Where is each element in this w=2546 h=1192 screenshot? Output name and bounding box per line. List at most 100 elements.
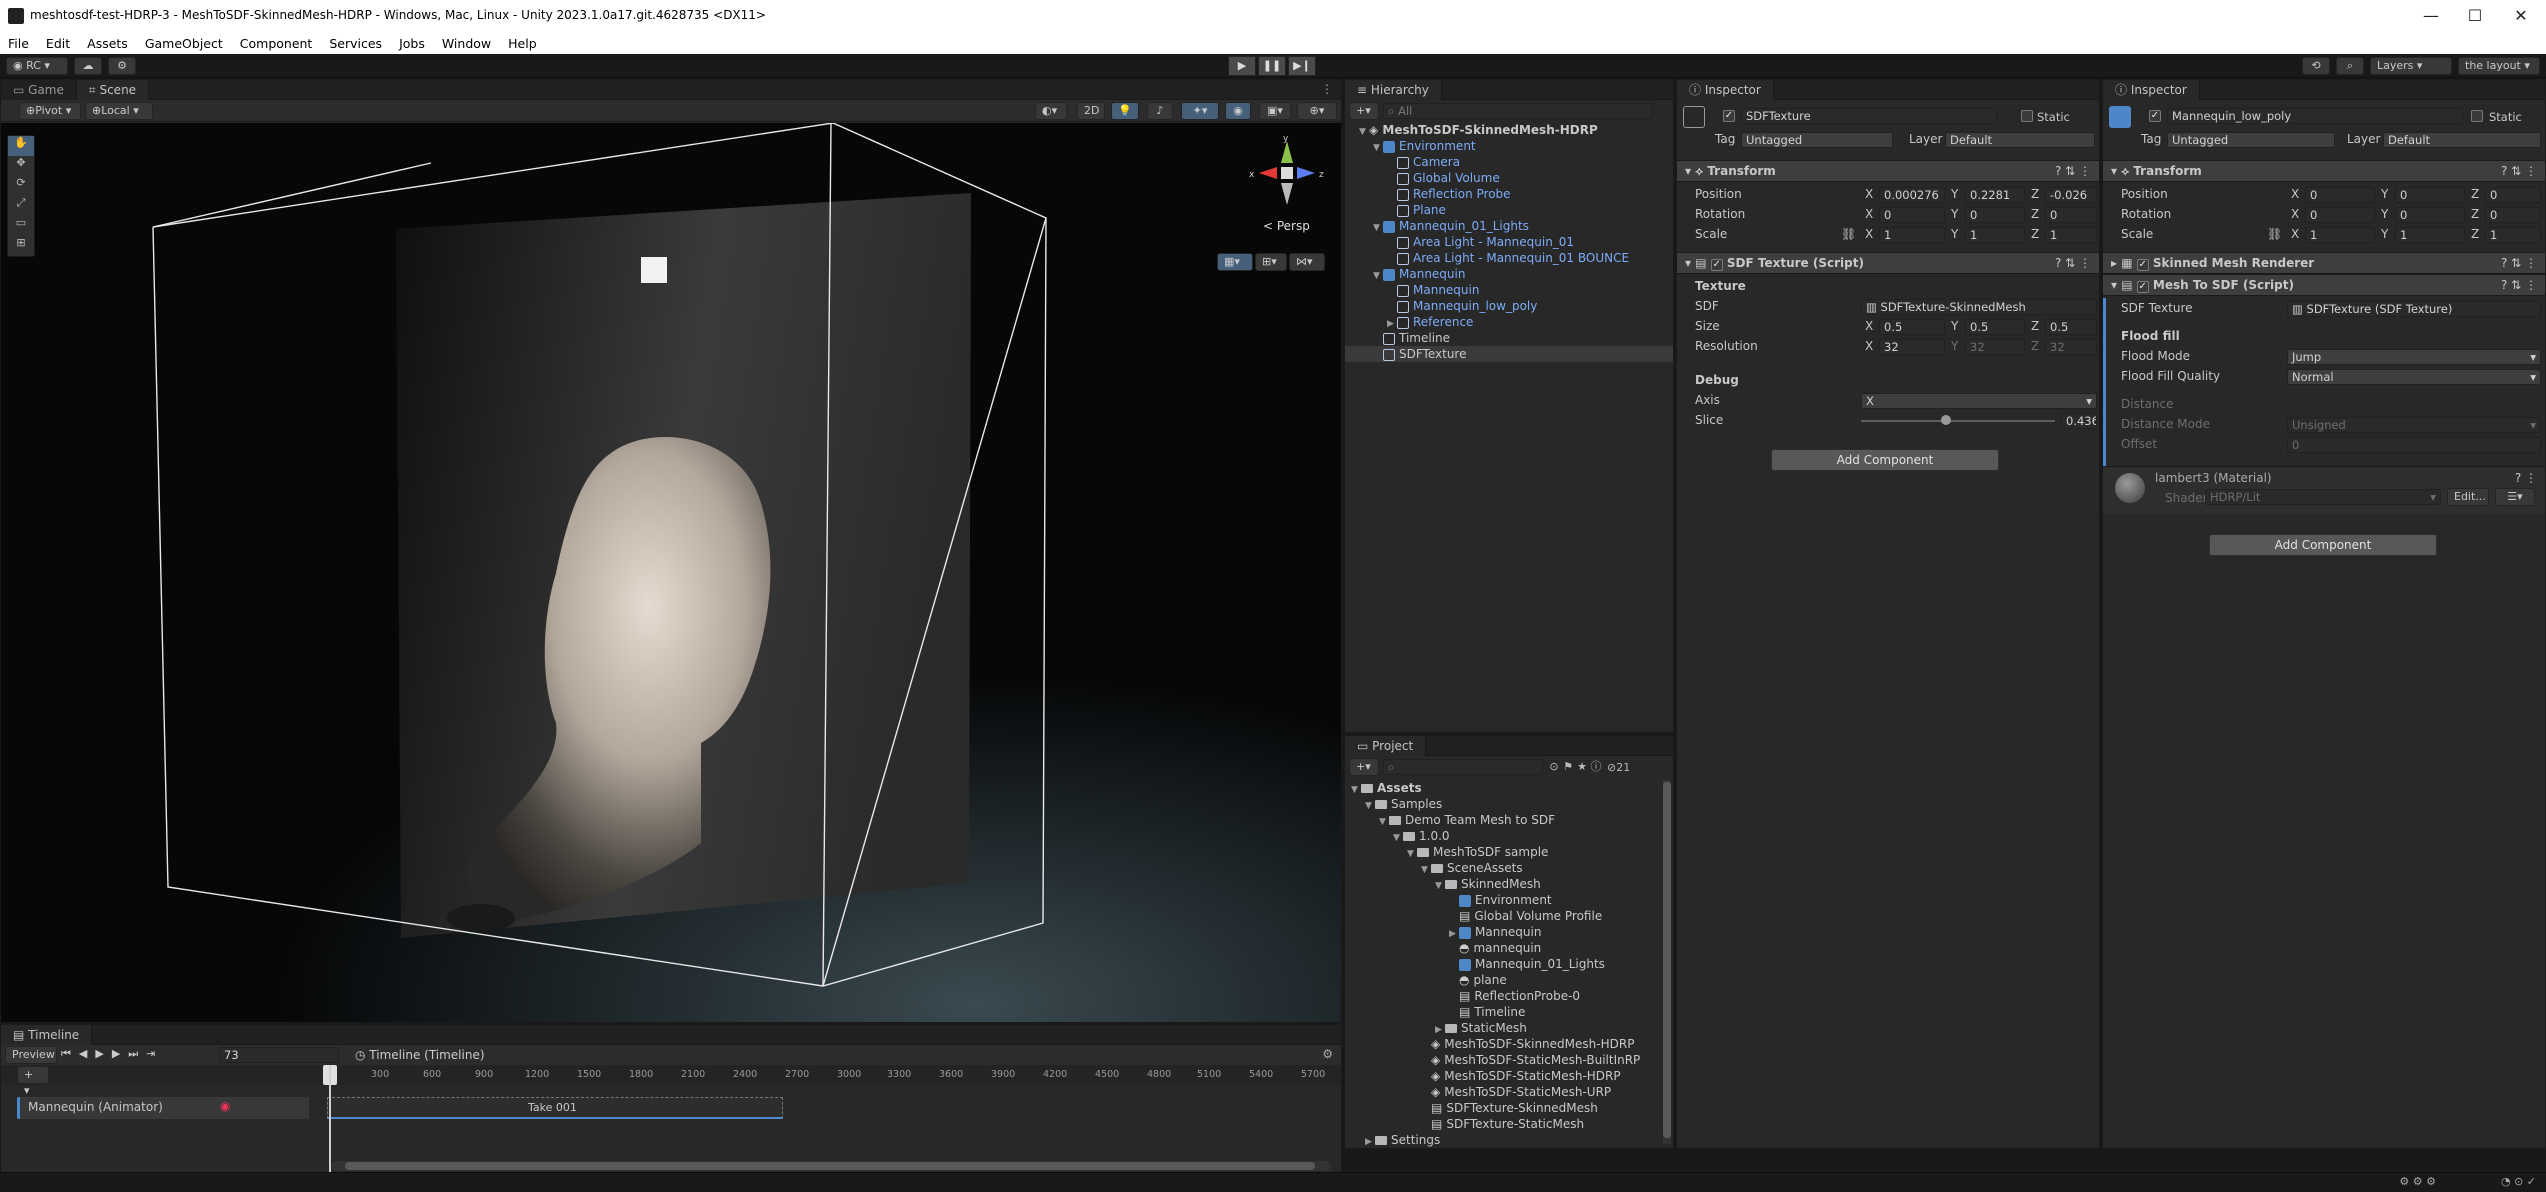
position-z[interactable]: 0 [2485, 187, 2541, 203]
pause-button[interactable]: ❚❚ [1258, 56, 1286, 76]
hierarchy-item[interactable]: SDFTexture [1345, 346, 1673, 362]
step-button[interactable]: ▶❙ [1288, 56, 1316, 76]
tab-hierarchy[interactable]: ≡ Hierarchy [1345, 79, 1442, 100]
slice-slider-thumb[interactable] [1940, 415, 1951, 425]
scale-y[interactable]: 1 [1965, 227, 2025, 243]
search-icon[interactable]: ⌕ [2336, 57, 2364, 75]
hidden-packages-badge[interactable]: ⊘21 [1607, 761, 1630, 774]
record-icon[interactable]: ◉ [220, 1099, 230, 1113]
rotate-tool-icon[interactable]: ⟳ [8, 176, 34, 196]
component-menu-icon[interactable]: ? ⇅ ⋮ [2501, 275, 2537, 295]
tree-arrow-icon[interactable]: ▼ [1365, 798, 1375, 814]
project-item[interactable]: ▤ Timeline [1349, 1004, 1659, 1020]
component-menu-icon[interactable]: ? ⇅ ⋮ [2055, 253, 2091, 273]
hierarchy-item[interactable]: ▶ Reference [1345, 314, 1673, 330]
status-icons[interactable]: ◔ ⊙ ✓ [2501, 1175, 2536, 1188]
size-y[interactable]: 0.5 [1965, 319, 2025, 335]
snap-overlay-icon[interactable]: ⊞▾ [1255, 253, 1287, 271]
timeline-scrollbar[interactable] [331, 1161, 1331, 1171]
tag-dropdown[interactable]: Untagged [2167, 132, 2335, 148]
hierarchy-item[interactable]: Plane [1345, 202, 1673, 218]
cloud-icon[interactable]: ☁ [74, 57, 102, 75]
increment-snap-icon[interactable]: ⋈▾ [1289, 253, 1325, 271]
tree-arrow-icon[interactable]: ▶ [1365, 1134, 1375, 1150]
project-item[interactable]: ▼ Demo Team Mesh to SDF [1349, 812, 1659, 828]
rotation-z[interactable]: 0 [2485, 207, 2541, 223]
hierarchy-item[interactable]: ▼ Mannequin [1345, 266, 1673, 282]
layer-dropdown[interactable]: Default [2383, 132, 2541, 148]
menu-component[interactable]: Component [240, 36, 313, 51]
hidden-objects-icon[interactable]: ◉ [1225, 102, 1251, 120]
layers-dropdown[interactable]: Layers ▾ [2370, 57, 2452, 75]
menu-help[interactable]: Help [508, 36, 537, 51]
project-item[interactable]: ◓ plane [1349, 972, 1659, 988]
transform-tool-icon[interactable]: ⊞ [8, 236, 34, 256]
component-menu-icon[interactable]: ? ⇅ ⋮ [2501, 161, 2537, 181]
services-icon[interactable]: ⚙ [108, 57, 136, 75]
tab-timeline[interactable]: ▤ Timeline [1, 1024, 93, 1045]
history-icon[interactable]: ⟲ [2302, 57, 2330, 75]
gizmos-dropdown[interactable]: ⊕▾ [1297, 102, 1337, 120]
hierarchy-item[interactable]: Camera [1345, 154, 1673, 170]
close-button[interactable]: ✕ [2508, 4, 2534, 28]
play-button[interactable]: ▶ [1228, 56, 1256, 76]
panel-menu-icon[interactable]: ⋮ [1321, 82, 1333, 96]
hierarchy-item[interactable]: ▼ Mannequin_01_Lights [1345, 218, 1673, 234]
grid-overlay-icon[interactable]: ▦▾ [1217, 253, 1253, 271]
expand-arrow-icon[interactable]: ▼ [1373, 220, 1383, 236]
hierarchy-item[interactable]: Area Light - Mannequin_01 BOUNCE [1345, 250, 1673, 266]
transform-header[interactable]: ▾ ⟡ Transform? ⇅ ⋮ [2103, 160, 2545, 182]
expand-arrow-icon[interactable]: ▼ [1373, 268, 1383, 284]
layer-dropdown[interactable]: Default [1945, 132, 2095, 148]
orientation-gizmo[interactable]: y x z [1247, 133, 1327, 213]
scale-x[interactable]: 1 [1879, 227, 1945, 243]
sdf-object-field[interactable]: ▥ SDFTexture-SkinnedMesh [1861, 299, 2097, 315]
project-item[interactable]: ▤ ReflectionProbe-0 [1349, 988, 1659, 1004]
frame-field[interactable]: 73 [219, 1047, 339, 1063]
tree-arrow-icon[interactable]: ▼ [1421, 862, 1431, 878]
skinned-mesh-header[interactable]: ▸ ▦ ✓ Skinned Mesh Renderer? ⇅ ⋮ [2103, 252, 2545, 274]
project-item[interactable]: ▤ SDFTexture-SkinnedMesh [1349, 1100, 1659, 1116]
material-menu-button[interactable]: ☰▾ [2495, 488, 2535, 506]
menu-jobs[interactable]: Jobs [399, 36, 425, 51]
menu-gameobject[interactable]: GameObject [145, 36, 223, 51]
rotation-x[interactable]: 0 [2305, 207, 2375, 223]
position-z[interactable]: -0.026 [2045, 187, 2097, 203]
project-item[interactable]: ▼ 1.0.0 [1349, 828, 1659, 844]
track-header[interactable]: Mannequin (Animator) ◉ [17, 1097, 309, 1119]
time-ruler[interactable]: 300 600 900 1200 1500 1800 2100 2400 2700 3000 330… [327, 1069, 1337, 1083]
transport-controls[interactable]: ⏮◀▶▶⏭⇥ [61, 1047, 163, 1061]
menu-assets[interactable]: Assets [87, 36, 128, 51]
sdf-texture-field[interactable]: ▥ SDFTexture (SDF Texture) [2287, 301, 2541, 317]
position-y[interactable]: 0.2281 [1965, 187, 2025, 203]
effects-dropdown[interactable]: ✦▾ [1181, 102, 1219, 120]
slice-value[interactable]: 0.43617 [2061, 413, 2097, 429]
2d-toggle[interactable]: 2D [1077, 102, 1105, 120]
project-item[interactable]: ◈ MeshToSDF-StaticMesh-HDRP [1349, 1068, 1659, 1084]
tree-arrow-icon[interactable]: ▼ [1351, 782, 1361, 798]
sdf-texture-header[interactable]: ▾ ▤ ✓ SDF Texture (Script)? ⇅ ⋮ [1677, 252, 2099, 274]
add-track-button[interactable]: + ▾ [17, 1066, 49, 1097]
filter-label-icon[interactable]: ⚑ [1561, 760, 1575, 774]
object-name-field[interactable]: SDFTexture [1741, 108, 1997, 124]
material-name[interactable]: lambert3 (Material) [2155, 471, 2272, 485]
audio-toggle-icon[interactable]: ♪ [1147, 102, 1173, 120]
animation-clip[interactable]: Take 001 [327, 1097, 783, 1119]
camera-dropdown[interactable]: ▣▾ [1259, 102, 1291, 120]
info-icon[interactable]: ⓘ [1589, 760, 1603, 774]
edit-shader-button[interactable]: Edit... [2447, 488, 2489, 506]
size-x[interactable]: 0.5 [1879, 319, 1945, 335]
project-item[interactable]: ▤ Global Volume Profile [1349, 908, 1659, 924]
local-dropdown[interactable]: ⊕Local ▾ [85, 102, 153, 120]
active-checkbox[interactable]: ✓ [1723, 110, 1735, 122]
scene-viewport[interactable]: ✋ ✥ ⟳ ⤢ ▭ ⊞ y x z < Persp ▦▾ ⊞▾ ⋈▾ [1, 123, 1341, 1022]
tab-inspector-1[interactable]: ⓘ Inspector [1677, 79, 1774, 100]
tree-arrow-icon[interactable]: ▼ [1379, 814, 1389, 830]
timeline-settings-icon[interactable]: ⚙ [1322, 1047, 1333, 1061]
hierarchy-search-input[interactable]: ⌕ All [1383, 103, 1653, 119]
scale-z[interactable]: 1 [2045, 227, 2097, 243]
project-item[interactable]: ▶ StaticMesh [1349, 1020, 1659, 1036]
hierarchy-add-button[interactable]: +▾ [1349, 102, 1379, 120]
add-component-button[interactable]: Add Component [1771, 449, 1999, 471]
axis-dropdown[interactable]: X ▾ [1861, 393, 2097, 409]
